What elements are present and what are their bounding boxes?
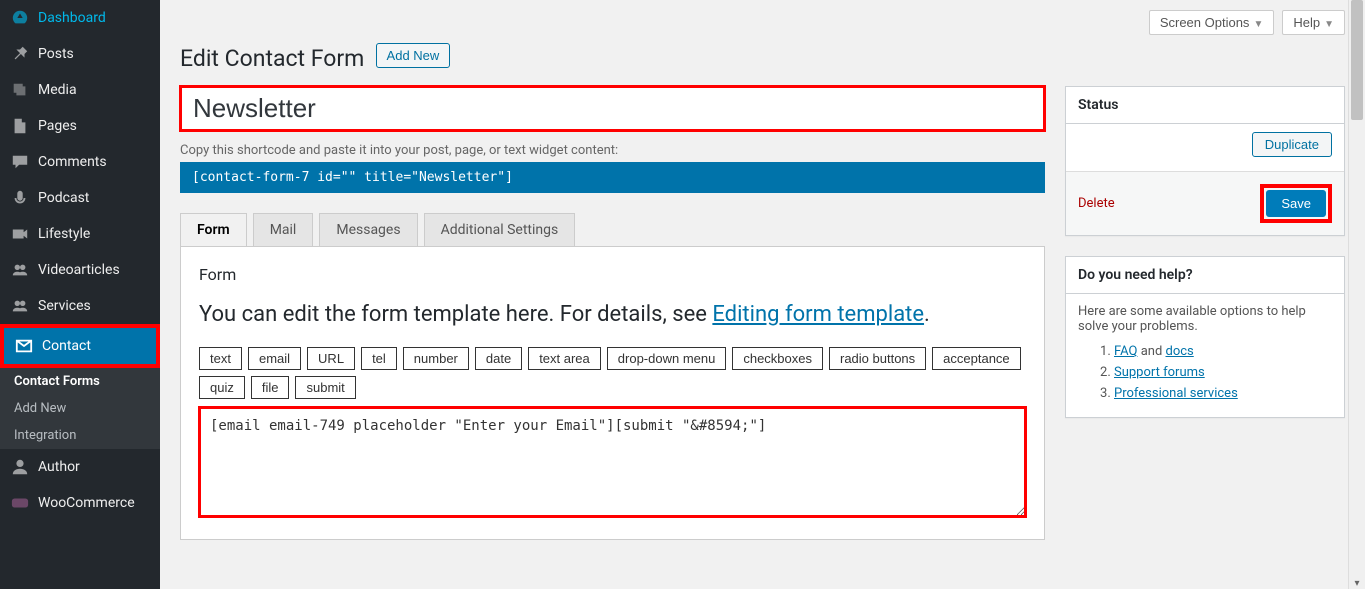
support-forums-link[interactable]: Support forums — [1114, 365, 1205, 380]
video-icon — [10, 224, 30, 244]
status-metabox: Status Duplicate Delete Save — [1065, 86, 1345, 236]
delete-link[interactable]: Delete — [1078, 196, 1115, 211]
tag-textarea[interactable]: text area — [528, 347, 601, 370]
sidebar-item-services[interactable]: Services — [0, 288, 160, 324]
sidebar-item-media[interactable]: Media — [0, 72, 160, 108]
woo-icon — [10, 493, 30, 513]
form-title-input[interactable] — [180, 86, 1045, 131]
sidebar-label: Author — [38, 459, 80, 475]
tab-additional[interactable]: Additional Settings — [424, 213, 576, 246]
tag-checkboxes[interactable]: checkboxes — [732, 347, 823, 370]
sidebar-item-author[interactable]: Author — [0, 449, 160, 485]
tab-form[interactable]: Form — [180, 213, 247, 246]
tab-mail[interactable]: Mail — [253, 213, 314, 246]
submenu-contact-forms[interactable]: Contact Forms — [0, 368, 160, 395]
help-item-forums: Support forums — [1114, 365, 1332, 380]
tag-button-row: text email URL tel number date text area… — [199, 347, 1026, 399]
page-icon — [10, 116, 30, 136]
sidebar-submenu: Contact Forms Add New Integration — [0, 368, 160, 449]
tag-date[interactable]: date — [475, 347, 522, 370]
tag-quiz[interactable]: quiz — [199, 376, 245, 399]
user-icon — [10, 457, 30, 477]
users-icon — [10, 260, 30, 280]
sidebar-label: Services — [38, 298, 91, 314]
top-bar: Screen Options▼ Help▼ — [180, 10, 1345, 35]
page-title: Edit Contact Form — [180, 45, 364, 72]
sidebar-label: Posts — [38, 46, 74, 62]
help-list: FAQ and docs Support forums Professional… — [1078, 344, 1332, 401]
pin-icon — [10, 44, 30, 64]
sidebar-item-contact[interactable]: Contact — [0, 324, 160, 368]
sidebar-item-lifestyle[interactable]: Lifestyle — [0, 216, 160, 252]
sidebar-label: Media — [38, 82, 77, 98]
main-content: Screen Options▼ Help▼ Edit Contact Form … — [160, 0, 1365, 589]
sidebar-item-podcast[interactable]: Podcast — [0, 180, 160, 216]
users-icon — [10, 296, 30, 316]
professional-services-link[interactable]: Professional services — [1114, 386, 1238, 401]
sidebar-item-comments[interactable]: Comments — [0, 144, 160, 180]
sidebar-item-pages[interactable]: Pages — [0, 108, 160, 144]
mail-icon — [14, 336, 34, 356]
submenu-add-new[interactable]: Add New — [0, 395, 160, 422]
sidebar-label: Podcast — [38, 190, 89, 206]
panel-description: You can edit the form template here. For… — [199, 298, 1026, 331]
tag-acceptance[interactable]: acceptance — [932, 347, 1021, 370]
sidebar-label: WooCommerce — [38, 495, 135, 511]
form-panel: Form You can edit the form template here… — [180, 246, 1045, 540]
help-button[interactable]: Help▼ — [1282, 10, 1345, 35]
help-item-faq: FAQ and docs — [1114, 344, 1332, 359]
sidebar-item-dashboard[interactable]: Dashboard — [0, 0, 160, 36]
status-title: Status — [1066, 87, 1344, 124]
add-new-button[interactable]: Add New — [376, 43, 451, 68]
vertical-scrollbar[interactable]: ▴ ▾ — [1348, 0, 1365, 589]
sidebar-item-woocommerce[interactable]: WooCommerce — [0, 485, 160, 521]
form-template-textarea[interactable] — [199, 407, 1026, 517]
tag-tel[interactable]: tel — [361, 347, 397, 370]
sidebar-item-videoarticles[interactable]: Videoarticles — [0, 252, 160, 288]
shortcode-hint: Copy this shortcode and paste it into yo… — [180, 143, 1045, 158]
tab-bar: Form Mail Messages Additional Settings — [180, 213, 1045, 246]
help-item-services: Professional services — [1114, 386, 1332, 401]
tag-number[interactable]: number — [403, 347, 469, 370]
tag-email[interactable]: email — [248, 347, 301, 370]
docs-link[interactable]: docs — [1166, 344, 1194, 359]
help-metabox: Do you need help? Here are some availabl… — [1065, 256, 1345, 418]
tag-file[interactable]: file — [251, 376, 290, 399]
screen-options-button[interactable]: Screen Options▼ — [1149, 10, 1275, 35]
save-button[interactable]: Save — [1266, 190, 1326, 217]
chevron-down-icon: ▼ — [1324, 19, 1334, 30]
submenu-integration[interactable]: Integration — [0, 422, 160, 449]
sidebar-label: Lifestyle — [38, 226, 90, 242]
scroll-down-icon: ▾ — [1349, 578, 1365, 589]
sidebar-label: Contact — [42, 338, 91, 354]
sidebar-item-posts[interactable]: Posts — [0, 36, 160, 72]
admin-sidebar: Dashboard Posts Media Pages Comments Pod… — [0, 0, 160, 589]
gauge-icon — [10, 8, 30, 28]
comment-icon — [10, 152, 30, 172]
chevron-down-icon: ▼ — [1253, 19, 1263, 30]
sidebar-label: Pages — [38, 118, 77, 134]
tag-dropdown[interactable]: drop-down menu — [607, 347, 727, 370]
mic-icon — [10, 188, 30, 208]
tag-url[interactable]: URL — [307, 347, 355, 370]
shortcode-display[interactable]: [contact-form-7 id="" title="Newsletter"… — [180, 162, 1045, 193]
duplicate-button[interactable]: Duplicate — [1252, 132, 1332, 157]
help-intro: Here are some available options to help … — [1078, 304, 1332, 334]
scrollbar-thumb[interactable] — [1351, 0, 1363, 120]
help-title: Do you need help? — [1066, 257, 1344, 294]
editing-template-link[interactable]: Editing form template — [712, 302, 924, 327]
sidebar-label: Comments — [38, 154, 107, 170]
faq-link[interactable]: FAQ — [1114, 344, 1137, 359]
panel-heading: Form — [199, 265, 1026, 284]
sidebar-label: Dashboard — [38, 10, 106, 26]
media-icon — [10, 80, 30, 100]
tag-radio[interactable]: radio buttons — [829, 347, 926, 370]
tag-submit[interactable]: submit — [295, 376, 355, 399]
tab-messages[interactable]: Messages — [319, 213, 417, 246]
sidebar-label: Videoarticles — [38, 262, 120, 278]
tag-text[interactable]: text — [199, 347, 242, 370]
